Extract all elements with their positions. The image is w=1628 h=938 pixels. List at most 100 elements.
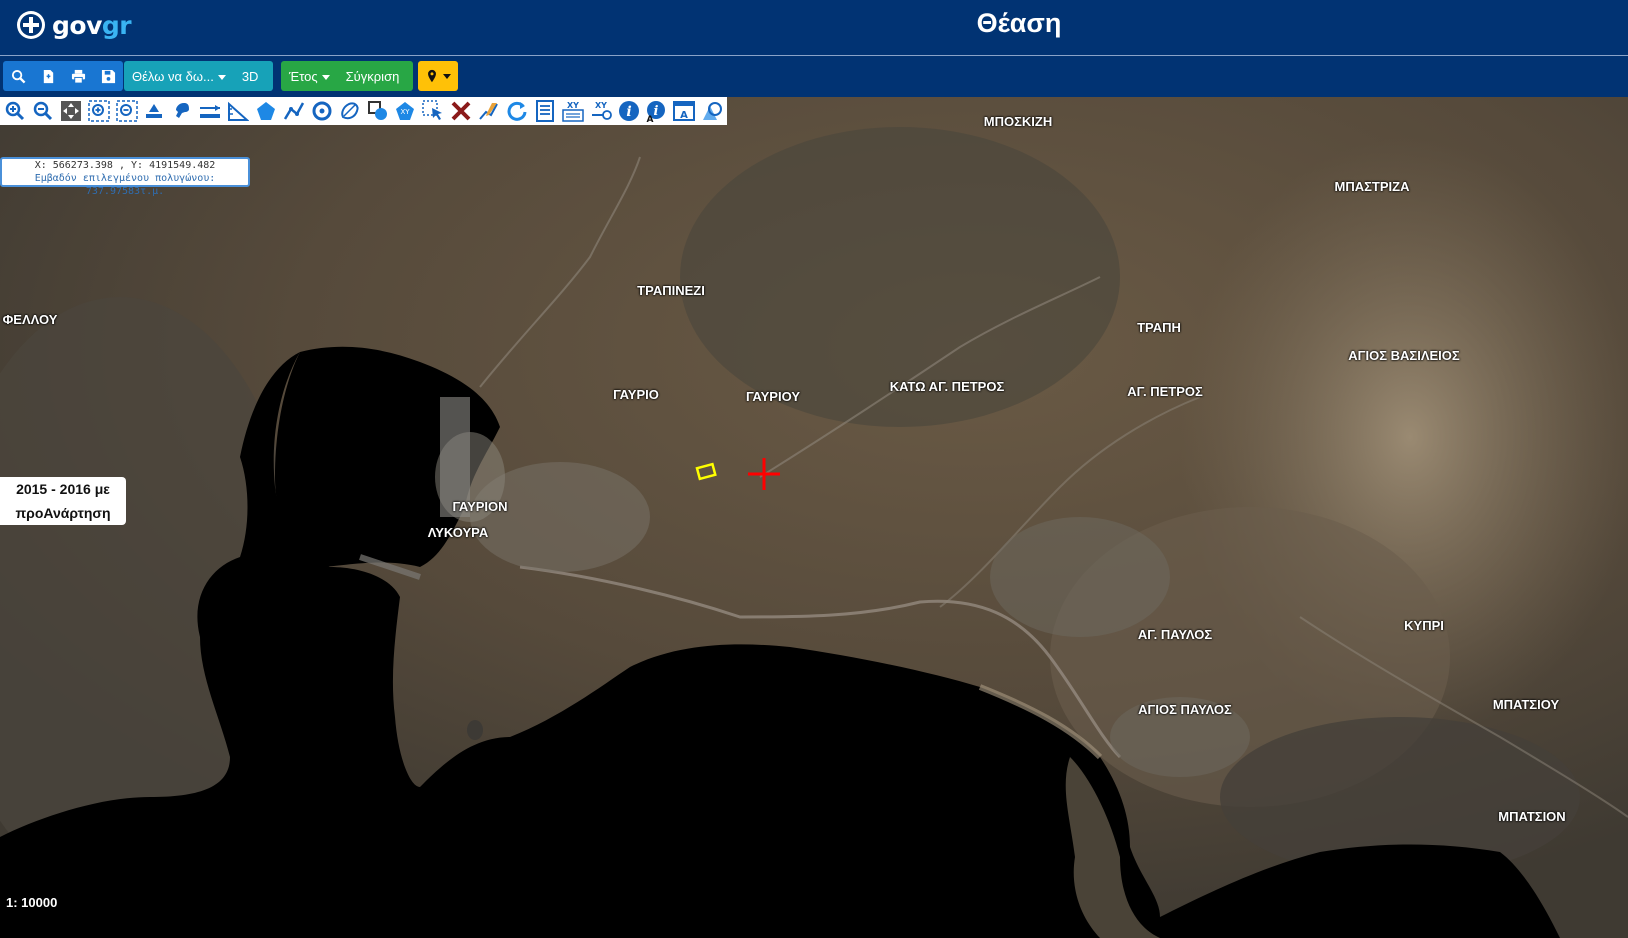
satellite-imagery[interactable] — [0, 97, 1628, 938]
caret-down-icon — [443, 73, 451, 79]
year-dropdown-label: Έτος — [289, 68, 318, 84]
save-icon — [101, 69, 115, 83]
select-shape-icon — [367, 101, 387, 120]
coordinates-readout: X: 566273.398 , Y: 4191549.482 Εμβαδόν ε… — [0, 157, 250, 197]
svg-text:A: A — [647, 115, 654, 122]
view-group: Θέλω να δω... 3D — [124, 61, 273, 91]
select-features-icon — [422, 100, 443, 120]
place-label-fellou: ΦΕΛΛΟΥ — [2, 312, 58, 327]
goto-xy-icon: XY — [591, 101, 612, 120]
info-tool[interactable]: i — [616, 98, 642, 124]
zoom-in-tool[interactable] — [2, 98, 28, 124]
polyline-icon — [283, 102, 304, 120]
svg-text:i: i — [626, 104, 631, 120]
place-label-mpatsiou: ΜΠΑΤΣΙΟΥ — [1492, 697, 1560, 712]
map-view[interactable]: ΜΠΟΣΚΙΖΗ ΜΠΑΣΤΡΙΖΑ ΦΕΛΛΟΥ ΤΡΑΠΙΝΕΖΙ ΤΡΑΠ… — [0, 97, 1628, 938]
zoom-out-tool[interactable] — [30, 98, 56, 124]
zoom-box-in-icon — [87, 100, 110, 122]
file-icon — [43, 69, 53, 83]
app-header: govgr Θέαση — [0, 0, 1628, 56]
view-dropdown-label: Θέλω να δω... — [132, 68, 214, 84]
edit-vertex-tool[interactable] — [476, 98, 502, 124]
print-button[interactable] — [63, 61, 93, 91]
file-button[interactable] — [33, 61, 63, 91]
select-shape-tool[interactable] — [365, 98, 391, 124]
draw-line-tool[interactable] — [281, 98, 307, 124]
place-label-ag-petros: ΑΓ. ΠΕΤΡΟΣ — [1127, 384, 1203, 399]
measure-area-tool[interactable] — [225, 98, 251, 124]
search-button[interactable] — [3, 61, 33, 91]
zoom-box-out-icon — [115, 100, 138, 122]
zoom-in-icon — [5, 101, 24, 121]
refresh-tool[interactable] — [504, 98, 530, 124]
year-group: Έτος Σύγκριση — [281, 61, 413, 91]
imagery-year-line1: 2015 - 2016 με — [16, 481, 110, 497]
refresh-icon — [507, 101, 527, 121]
svg-text:i: i — [654, 104, 659, 119]
select-features-tool[interactable] — [420, 98, 446, 124]
place-label-kato-ag-petros: ΚΑΤΩ ΑΓ. ΠΕΤΡΟΣ — [889, 379, 1005, 394]
freehand-tool[interactable] — [337, 98, 363, 124]
goto-xy-tool[interactable]: XY — [588, 98, 614, 124]
view-dropdown[interactable]: Θέλω να δω... — [124, 69, 234, 84]
imagery-year-label: 2015 - 2016 με προΑνάρτηση — [0, 477, 126, 525]
measure-area-icon — [228, 101, 250, 121]
edit-vertex-icon — [479, 103, 498, 120]
layer-shapes-icon — [703, 102, 723, 120]
measure-distance-tool[interactable] — [197, 98, 223, 124]
text-label-tool[interactable]: A — [671, 98, 697, 124]
place-label-ag-pavlos: ΑΓ. ΠΑΥΛΟΣ — [1137, 627, 1213, 642]
xy-card-icon: XY — [562, 101, 584, 122]
main-toolbar: Θέλω να δω... 3D Έτος Σύγκριση — [0, 56, 1628, 97]
svg-text:XY: XY — [595, 101, 607, 110]
polygon-icon — [256, 102, 275, 120]
info-label-tool[interactable]: iA — [643, 98, 669, 124]
place-label-kypri: ΚΥΠΡΙ — [1404, 618, 1444, 633]
svg-text:XY: XY — [401, 108, 411, 116]
xy-polygon-icon: XY — [396, 102, 415, 120]
svg-text:A: A — [680, 110, 688, 121]
info-label-icon: iA — [647, 101, 666, 122]
clear-x-icon — [451, 101, 471, 121]
info-list-tool[interactable] — [532, 98, 558, 124]
pan-icon — [60, 101, 81, 121]
map-tools-strip: XY XY XY i iA A — [0, 97, 727, 125]
layer-shapes-tool[interactable] — [699, 98, 725, 124]
view-3d-button[interactable]: 3D — [234, 69, 267, 84]
clear-tool[interactable] — [448, 98, 474, 124]
xy-polygon-tool[interactable]: XY — [392, 98, 418, 124]
coordinates-card-tool[interactable]: XY — [560, 98, 586, 124]
place-label-gavrion: ΓΑΥΡΙΟΝ — [452, 499, 508, 514]
svg-text:XY: XY — [567, 101, 579, 110]
place-label-agios-pavlos: ΑΓΙΟΣ ΠΑΥΛΟΣ — [1138, 702, 1232, 717]
freehand-icon — [340, 102, 359, 120]
place-label-gavrio: ΓΑΥΡΙΟ — [613, 387, 659, 402]
hand-pointer-tool[interactable] — [169, 98, 195, 124]
list-document-icon — [535, 100, 554, 122]
save-button[interactable] — [93, 61, 123, 91]
place-label-mposkizi: ΜΠΟΣΚΙΖΗ — [983, 114, 1053, 129]
draw-circle-tool[interactable] — [309, 98, 335, 124]
compare-button[interactable]: Σύγκριση — [338, 69, 408, 84]
print-icon — [71, 69, 85, 84]
zoom-box-in-tool[interactable] — [86, 98, 112, 124]
map-marker-icon — [428, 69, 436, 83]
place-label-lykoura: ΛΥΚΟΥΡΑ — [427, 525, 489, 540]
previous-extent-tool[interactable] — [141, 98, 167, 124]
pan-tool[interactable] — [58, 98, 84, 124]
polygon-area-text: Εμβαδόν επιλεγμένου πολυγώνου: 737.97583… — [34, 173, 216, 197]
place-label-trapi: ΤΡΑΠΗ — [1137, 320, 1181, 335]
measure-distance-icon — [200, 105, 221, 118]
caret-down-icon — [217, 74, 226, 80]
place-label-mpatsion: ΜΠΑΤΣΙΟΝ — [1498, 809, 1566, 824]
info-icon: i — [618, 101, 639, 121]
zoom-box-out-tool[interactable] — [114, 98, 140, 124]
year-dropdown[interactable]: Έτος — [281, 69, 338, 84]
location-dropdown-button[interactable] — [418, 61, 458, 91]
page-title: Θέαση — [976, 8, 1062, 38]
draw-polygon-tool[interactable] — [253, 98, 279, 124]
circle-icon — [312, 101, 332, 121]
zoom-out-icon — [33, 101, 52, 121]
previous-extent-icon — [146, 104, 163, 118]
text-label-icon: A — [673, 101, 696, 121]
